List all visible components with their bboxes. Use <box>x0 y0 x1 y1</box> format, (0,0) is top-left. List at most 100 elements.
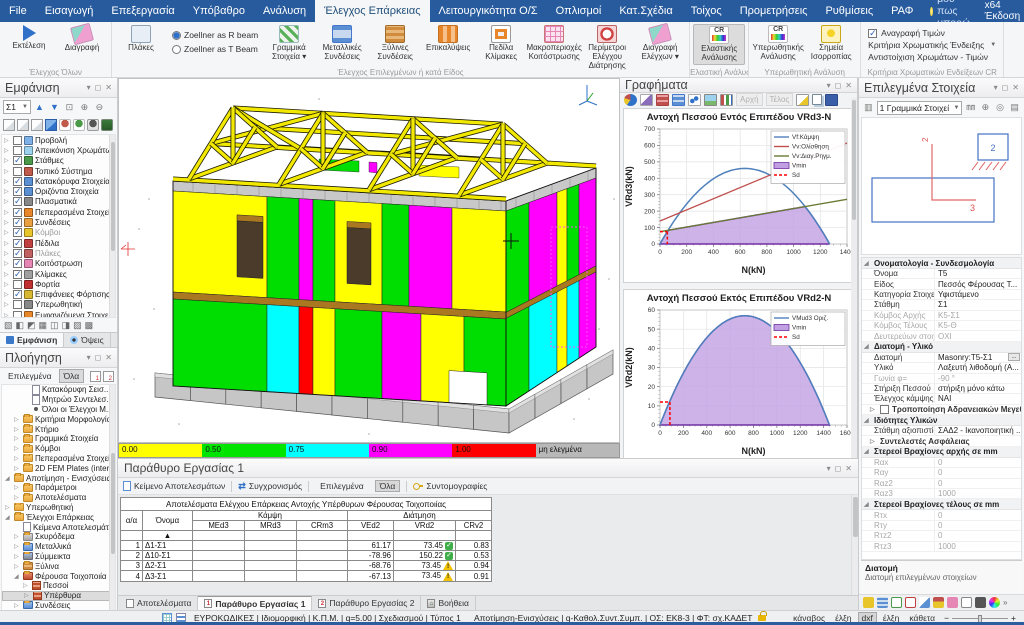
expander-icon[interactable]: ◢ <box>5 475 12 482</box>
checkbox-icon[interactable] <box>13 228 22 237</box>
ribbon-button-1-8[interactable]: Περίμετροι Ελέγχου Διάτρησης <box>581 24 633 72</box>
ribbon-button-1-5[interactable]: Επικαλύψεις <box>422 24 474 54</box>
sort-indicator[interactable]: ▲ <box>143 531 193 541</box>
nav-tree-item-6[interactable]: ▷Κόμβοι <box>2 444 115 454</box>
checkbox-icon[interactable] <box>13 300 22 309</box>
select-window-icon[interactable]: ◧ <box>16 320 25 331</box>
chart-vrd2-n[interactable]: 0200400600800100012001400160001020304050… <box>623 289 854 464</box>
globe-icon[interactable]: ⊕ <box>979 101 992 114</box>
checkbox-icon[interactable] <box>13 156 22 165</box>
property-row-5[interactable]: Κόμβος ΑρχήςΚ5-Σ1 <box>862 311 1021 321</box>
expander-icon[interactable]: ▷ <box>4 260 11 267</box>
table-row[interactable]: 1Δ1-Σ161.1773.45✓0.83 <box>121 541 492 551</box>
expander-icon[interactable]: ▷ <box>4 240 11 247</box>
display-tree-item-1[interactable]: ▷Απεικόνιση Χρωμάτων <box>2 145 115 155</box>
film-icon[interactable] <box>975 597 986 608</box>
filter-all-toggle[interactable]: Όλα <box>375 480 401 492</box>
filter-selected-toggle[interactable]: Επιλεγμένα <box>315 480 369 492</box>
expander-icon[interactable]: ▷ <box>14 426 21 433</box>
expander-icon[interactable]: ▷ <box>4 291 11 298</box>
select-polygon-icon[interactable]: ◩ <box>27 320 36 331</box>
scatter-chart-icon[interactable] <box>688 94 701 106</box>
property-section-18[interactable]: ◢Στερεοί Βραχίονες αρχής σε mm <box>862 447 1021 458</box>
checkbox-icon[interactable] <box>13 177 22 186</box>
nav-tree-item-0[interactable]: Κατακόρυφη Σεισ... <box>2 385 115 395</box>
property-row-19[interactable]: Rαx0 <box>862 458 1021 468</box>
results-table[interactable]: Αποτελέσματα Ελέγχου Επάρκειας Αντοχής Υ… <box>120 497 492 582</box>
ribbon-button-1-9[interactable]: Διαγραφή Ελέγχων ▾ <box>634 24 686 63</box>
ribbon-stack-item-0[interactable]: Αναγραφή Τιμών <box>868 28 996 38</box>
expander-icon[interactable]: ▷ <box>4 312 11 318</box>
bottom-tab-0[interactable]: Αποτελέσματα <box>120 596 198 610</box>
checkbox-icon[interactable] <box>880 405 889 414</box>
expander-icon[interactable]: ▷ <box>4 271 11 278</box>
display-tree-item-13[interactable]: ▷Κλίμακες <box>2 269 115 279</box>
expander-icon[interactable]: ▷ <box>14 563 21 570</box>
menu-tab-11[interactable]: Ρυθμίσεις <box>816 0 882 22</box>
property-row-9[interactable]: ΔιατομήMasonry:T5-Σ1... <box>862 353 1021 363</box>
display-tree-item-6[interactable]: ▷Πλασματικά <box>2 197 115 207</box>
property-section-8[interactable]: ◢Διατομή - Υλικό <box>862 342 1021 353</box>
checkbox-icon[interactable] <box>13 259 22 268</box>
expander-icon[interactable]: ▷ <box>14 543 21 550</box>
lock-icon[interactable] <box>758 615 766 621</box>
expander-icon[interactable]: ▷ <box>14 494 21 501</box>
property-row-21[interactable]: Rαz20 <box>862 479 1021 489</box>
nav-tree-item-11[interactable]: ▷Αποτελέσματα <box>2 493 115 503</box>
expander-icon[interactable]: ▷ <box>14 533 21 540</box>
col-header-VEd2[interactable]: VEd2 <box>348 521 394 531</box>
bar-chart-icon[interactable] <box>672 94 685 106</box>
col-header-MEd3[interactable]: MEd3 <box>193 521 245 531</box>
checkbox-icon[interactable] <box>13 270 22 279</box>
grid-settings-icon[interactable]: ▩ <box>85 320 94 331</box>
stacked-bar-chart-icon[interactable] <box>656 94 669 106</box>
col-header-VRd2[interactable]: VRd2 <box>394 521 456 531</box>
expander-icon[interactable]: ▷ <box>4 198 11 205</box>
panel-menu-icon[interactable]: ▾ <box>994 83 998 92</box>
browse-button[interactable]: ... <box>1008 353 1020 361</box>
expander-icon[interactable]: ▷ <box>4 301 11 308</box>
expander-icon[interactable]: ◢ <box>5 514 12 521</box>
nav-tree-item-14[interactable]: Κείμενα Αποτελεσμάτ... <box>2 522 115 532</box>
expander-icon[interactable]: ◢ <box>14 573 21 580</box>
display-tree-item-8[interactable]: ▷Συνδέσεις <box>2 217 115 227</box>
menu-tab-0[interactable]: File <box>0 0 36 22</box>
filter-cell[interactable] <box>394 531 456 541</box>
ribbon-button-1-2[interactable]: Γραμμικά Στοιχεία ▾ <box>263 24 315 63</box>
expander-icon[interactable]: ▷ <box>4 168 11 175</box>
display-tree-item-4[interactable]: ▷Κατακόρυφα Στοιχεία <box>2 176 115 186</box>
property-row-12[interactable]: Στήριξη Πεσσούστήριξη μόνο κάτω <box>862 384 1021 394</box>
panel-pin-icon[interactable]: ◻ <box>95 353 102 362</box>
level-selector[interactable]: Σ1▼ <box>3 100 31 114</box>
panel-pin-icon[interactable]: ◻ <box>1002 83 1009 92</box>
ribbon-button-1-4[interactable]: Ξύλινες Συνδέσεις <box>369 24 421 63</box>
select-all-icon[interactable]: ▧ <box>4 320 13 331</box>
ribbon-button-3-0[interactable]: Υπερωθητικής Ανάλυσης <box>752 24 804 63</box>
menu-tab-4[interactable]: Ανάλυση <box>254 0 315 22</box>
nav-tree-item-8[interactable]: ▷2D FEM Plates (internal... <box>2 463 115 473</box>
workwindow1-icon[interactable]: 1 <box>90 371 101 382</box>
table-row[interactable]: 3Δ2-Σ1-68.7673.45!0.94 <box>121 561 492 571</box>
expander-icon[interactable]: ▷ <box>14 455 21 462</box>
property-row-10[interactable]: ΥλικόΛαξευτή λιθοδομή (Α... <box>862 363 1021 373</box>
nav-tree-item-9[interactable]: ◢Αποτίμηση - Ενισχύσεις <box>2 473 115 483</box>
menu-tab-3[interactable]: Υπόβαθρο <box>184 0 254 22</box>
chart-end-button[interactable]: Τέλος <box>766 93 794 106</box>
display-tree-item-16[interactable]: ▷Υπερωθητική <box>2 300 115 310</box>
menu-tab-10[interactable]: Προμετρήσεις <box>731 0 817 22</box>
checkbox-icon[interactable] <box>13 290 22 299</box>
expander-icon[interactable]: ▷ <box>23 582 30 589</box>
tell-me-search[interactable]: Πείτε μου πως μπορώ να β... <box>922 0 984 22</box>
ribbon-button-3-1[interactable]: Σημεία Ισορροπίας <box>805 24 857 63</box>
display-tree-item-10[interactable]: ▷Πέδιλα <box>2 238 115 248</box>
nav-tree-item-15[interactable]: ▷Σκυρόδεμα <box>2 532 115 542</box>
nav-tree-item-18[interactable]: ▷Ξύλινα <box>2 561 115 571</box>
view-cube-icon[interactable] <box>31 119 43 131</box>
checkbox-icon[interactable] <box>13 136 22 145</box>
property-row-6[interactable]: Κόμβος ΤέλουςΚ5-Θ <box>862 321 1021 331</box>
ribbon-stack-item-1[interactable]: Κριτήρια Χρωματικής Ένδειξης▼ <box>868 40 996 50</box>
checkbox-icon[interactable] <box>13 187 22 196</box>
panel-menu-icon[interactable]: ▾ <box>827 81 831 90</box>
expander-icon[interactable]: ▷ <box>14 465 21 472</box>
view-cube-icon[interactable] <box>3 119 15 131</box>
